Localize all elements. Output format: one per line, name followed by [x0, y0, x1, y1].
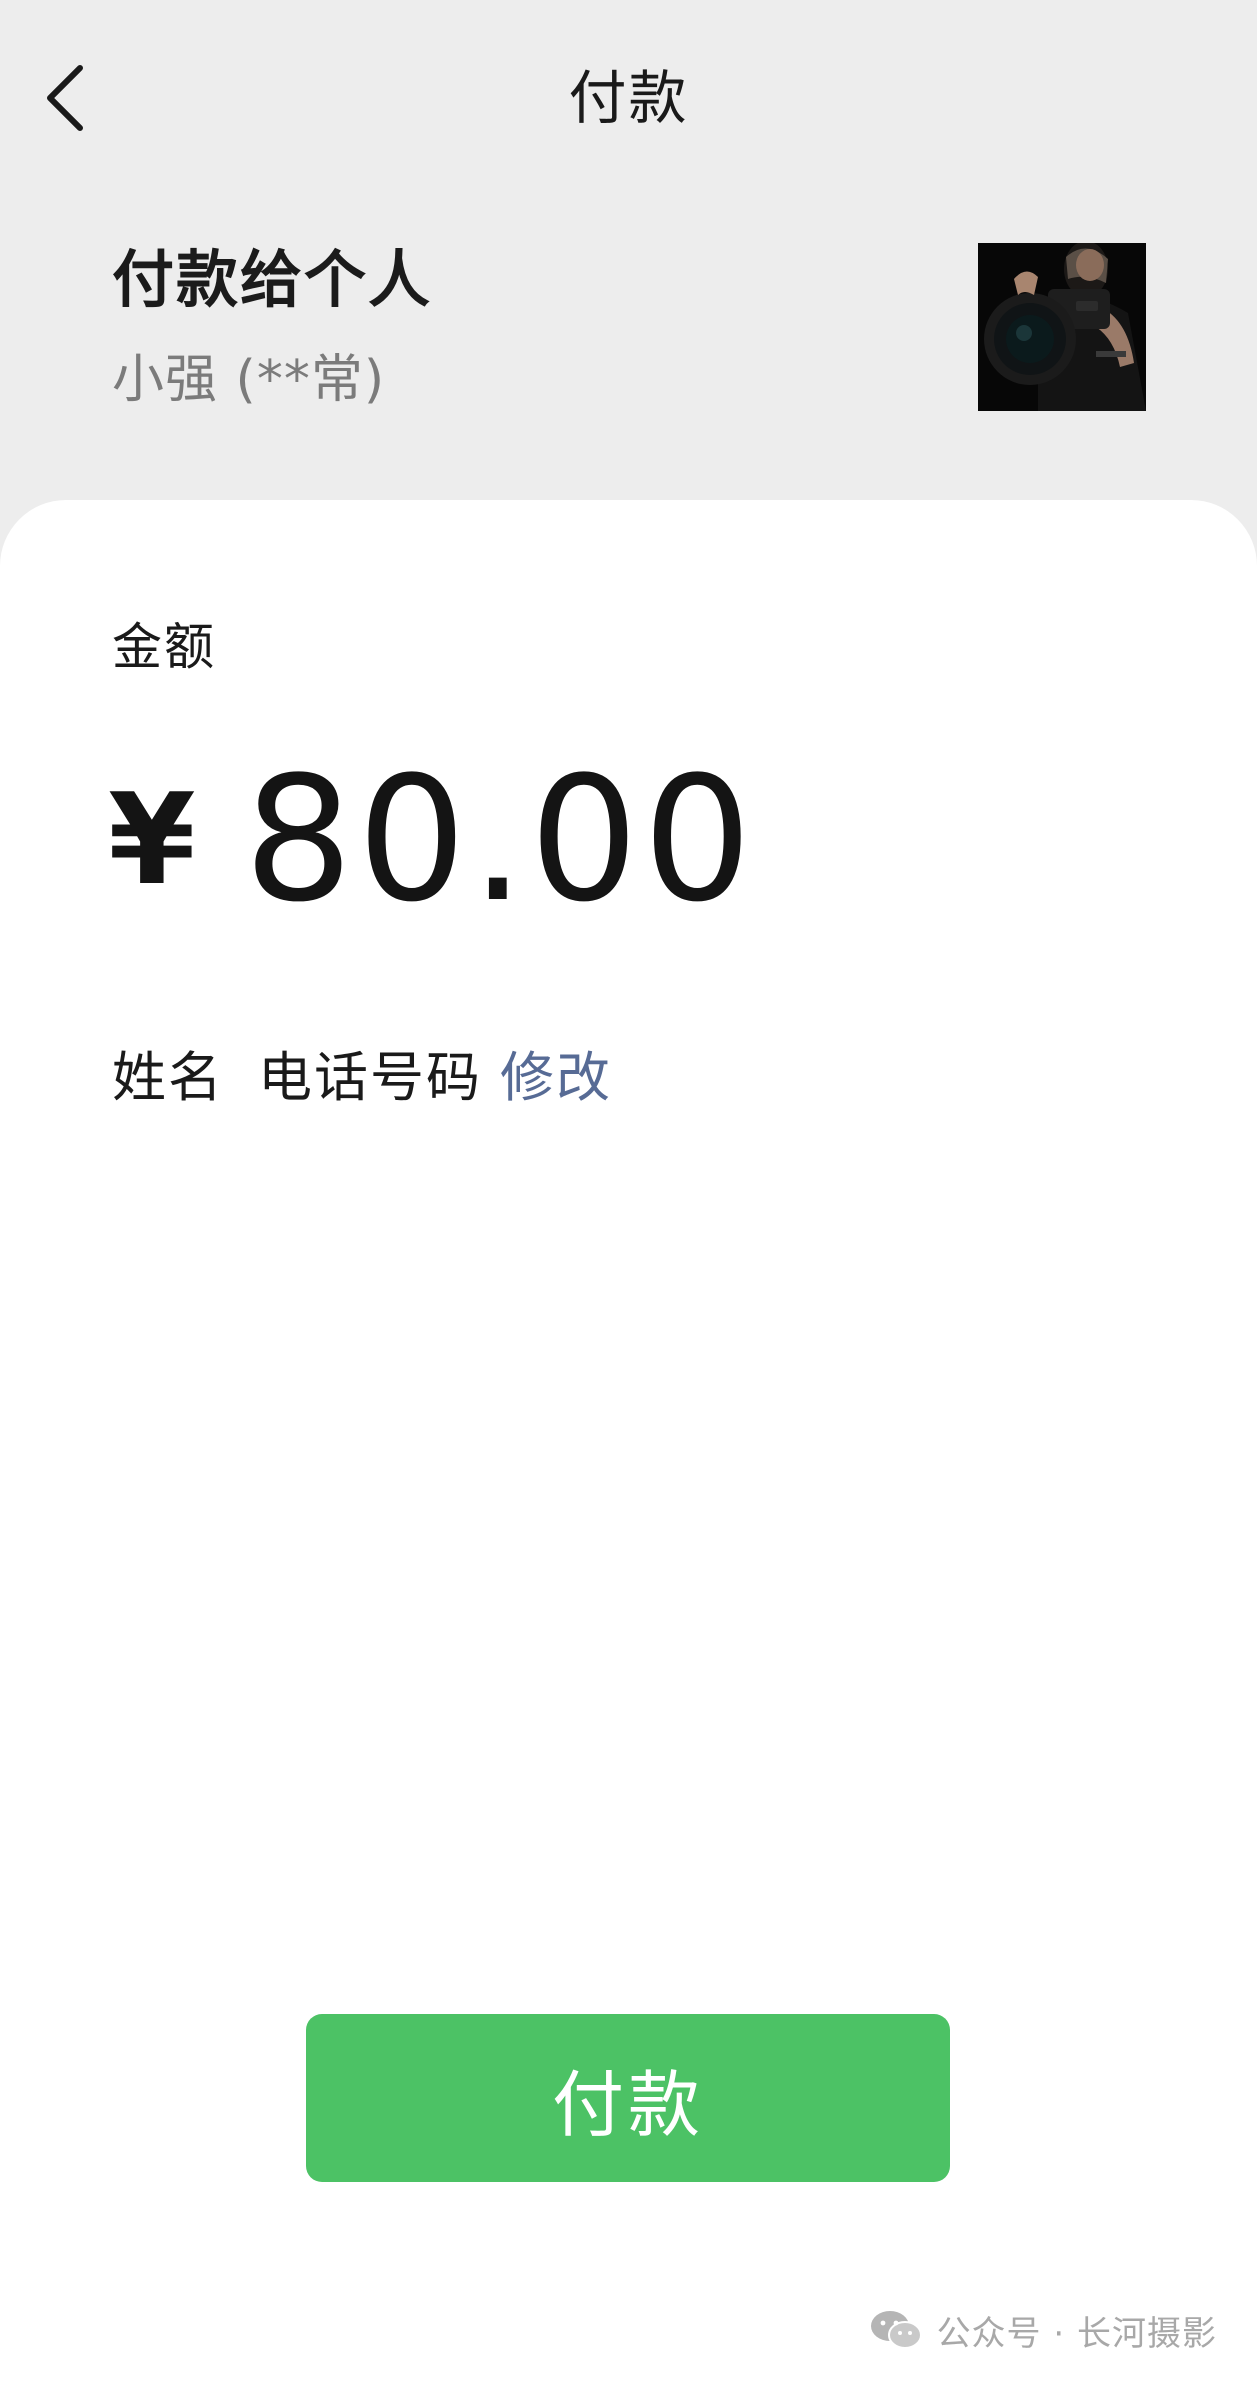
page-title: 付款 — [568, 64, 689, 132]
photographer-avatar-image — [978, 243, 1146, 411]
payee-name: 小强 (**常) — [112, 350, 386, 410]
payee-info-row: 姓名 电话号码 修改 — [112, 1038, 612, 1118]
modify-link[interactable]: 修改 — [500, 1046, 612, 1109]
amount-value: 80.00 — [243, 739, 757, 940]
amount-label: 金额 — [112, 618, 216, 676]
watermark: 公众号 · 长河摄影 — [869, 2300, 1217, 2360]
currency-symbol: ¥ — [108, 766, 196, 913]
name-label: 姓名 — [112, 1046, 224, 1109]
wechat-icon — [870, 2311, 922, 2349]
payee-title: 付款给个人 — [112, 243, 433, 316]
pay-button[interactable]: 付款 — [306, 2014, 950, 2182]
amount-input[interactable]: ¥80.00 — [108, 740, 756, 940]
phone-label: 电话号码 — [258, 1046, 482, 1109]
watermark-text: 公众号 · 长河摄影 — [936, 2313, 1217, 2354]
payment-page: 付款 付款给个人 小强 (**常) 金额 ¥ 80.00 姓名 电话号码 修改 … — [0, 0, 1257, 2383]
avatar — [978, 243, 1146, 411]
